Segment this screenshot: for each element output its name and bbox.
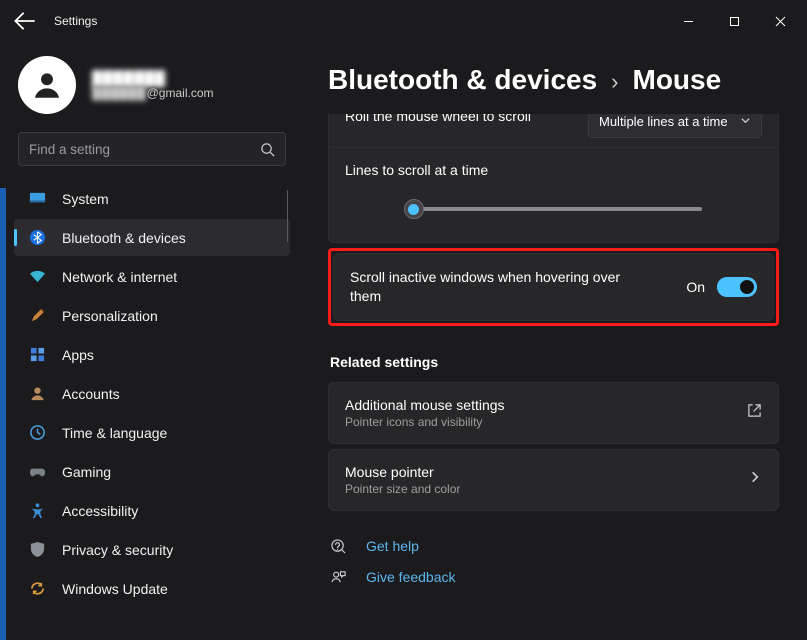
scroll-settings-card: Roll the mouse wheel to scroll Multiple … xyxy=(328,114,779,243)
sidebar-item-apps[interactable]: Apps xyxy=(14,336,290,373)
link-sub: Pointer size and color xyxy=(345,482,460,496)
sidebar-item-accounts[interactable]: Accounts xyxy=(14,375,290,412)
apps-icon xyxy=(28,346,46,364)
app-title: Settings xyxy=(54,14,97,28)
display-icon xyxy=(28,190,46,208)
paintbrush-icon xyxy=(28,307,46,325)
nav-label: Accounts xyxy=(62,386,120,402)
maximize-button[interactable] xyxy=(711,5,757,37)
nav-label: System xyxy=(62,191,109,207)
roll-wheel-dropdown[interactable]: Multiple lines at a time xyxy=(588,114,762,138)
roll-wheel-label: Roll the mouse wheel to scroll xyxy=(345,114,531,124)
help-icon xyxy=(330,538,348,555)
link-sub: Pointer icons and visibility xyxy=(345,415,505,429)
dropdown-value: Multiple lines at a time xyxy=(599,114,728,129)
gaming-icon xyxy=(28,463,46,481)
sidebar: ███████ ██████@gmail.com System Bluetoot… xyxy=(0,42,300,640)
feedback-icon xyxy=(330,569,348,586)
give-feedback-text: Give feedback xyxy=(366,569,456,585)
breadcrumb-current: Mouse xyxy=(633,64,722,96)
nav-label: Time & language xyxy=(62,425,167,441)
get-help-link[interactable]: Get help xyxy=(330,538,779,555)
sidebar-item-accessibility[interactable]: Accessibility xyxy=(14,492,290,529)
window-controls xyxy=(665,5,803,37)
chevron-right-icon: › xyxy=(611,69,618,95)
accessibility-icon xyxy=(28,502,46,520)
nav-label: Windows Update xyxy=(62,581,168,597)
footer-links: Get help Give feedback xyxy=(328,538,779,586)
person-icon xyxy=(28,385,46,403)
lines-slider[interactable] xyxy=(405,200,702,218)
slider-track xyxy=(405,207,702,211)
sidebar-item-windows-update[interactable]: Windows Update xyxy=(14,570,290,607)
clock-icon xyxy=(28,424,46,442)
lines-slider-row: Lines to scroll at a time xyxy=(329,148,778,242)
avatar xyxy=(18,56,76,114)
nav-label: Personalization xyxy=(62,308,158,324)
additional-mouse-settings-card[interactable]: Additional mouse settings Pointer icons … xyxy=(328,382,779,444)
sidebar-item-privacy[interactable]: Privacy & security xyxy=(14,531,290,568)
link-title: Additional mouse settings xyxy=(345,397,505,413)
external-link-icon xyxy=(747,403,762,423)
profile-name: ███████ xyxy=(92,70,214,86)
related-heading: Related settings xyxy=(330,354,779,370)
nav-list: System Bluetooth & devices Network & int… xyxy=(14,180,290,607)
shield-icon xyxy=(28,541,46,559)
link-title: Mouse pointer xyxy=(345,464,460,480)
sidebar-item-network[interactable]: Network & internet xyxy=(14,258,290,295)
nav-label: Accessibility xyxy=(62,503,138,519)
search-icon xyxy=(260,142,275,157)
sidebar-item-personalization[interactable]: Personalization xyxy=(14,297,290,334)
update-icon xyxy=(28,580,46,598)
profile[interactable]: ███████ ██████@gmail.com xyxy=(14,56,290,114)
titlebar: Settings xyxy=(0,0,807,42)
chevron-right-icon xyxy=(748,470,762,489)
breadcrumb-parent[interactable]: Bluetooth & devices xyxy=(328,64,597,96)
breadcrumb: Bluetooth & devices › Mouse xyxy=(328,64,779,96)
nav-label: Privacy & security xyxy=(62,542,173,558)
nav-label: Network & internet xyxy=(62,269,177,285)
sidebar-item-gaming[interactable]: Gaming xyxy=(14,453,290,490)
nav-label: Bluetooth & devices xyxy=(62,230,186,246)
mouse-pointer-card[interactable]: Mouse pointer Pointer size and color xyxy=(328,449,779,511)
profile-email: ██████@gmail.com xyxy=(92,86,214,100)
content-pane: Bluetooth & devices › Mouse Roll the mou… xyxy=(300,42,807,640)
nav-label: Gaming xyxy=(62,464,111,480)
sidebar-item-system[interactable]: System xyxy=(14,180,290,217)
scroll-inactive-card: Scroll inactive windows when hovering ov… xyxy=(333,253,774,321)
bluetooth-icon xyxy=(28,229,46,247)
chevron-down-icon xyxy=(740,114,751,129)
wifi-icon xyxy=(28,268,46,286)
sidebar-item-bluetooth-devices[interactable]: Bluetooth & devices xyxy=(14,219,290,256)
sidebar-item-time-language[interactable]: Time & language xyxy=(14,414,290,451)
toggle-state-text: On xyxy=(686,279,705,295)
settings-window: Settings ███████ ██████@gmail.com xyxy=(0,0,807,640)
give-feedback-link[interactable]: Give feedback xyxy=(330,569,779,586)
scroll-inactive-label: Scroll inactive windows when hovering ov… xyxy=(350,268,630,306)
get-help-text: Get help xyxy=(366,538,419,554)
scroll-inactive-toggle[interactable] xyxy=(717,277,757,297)
lines-slider-label: Lines to scroll at a time xyxy=(345,162,762,178)
search-input[interactable] xyxy=(29,142,260,157)
highlight-frame: Scroll inactive windows when hovering ov… xyxy=(328,248,779,326)
slider-thumb[interactable] xyxy=(404,199,424,219)
minimize-button[interactable] xyxy=(665,5,711,37)
back-button[interactable] xyxy=(14,10,36,32)
nav-label: Apps xyxy=(62,347,94,363)
roll-wheel-row: Roll the mouse wheel to scroll Multiple … xyxy=(329,114,778,148)
search-box[interactable] xyxy=(18,132,286,166)
close-button[interactable] xyxy=(757,5,803,37)
